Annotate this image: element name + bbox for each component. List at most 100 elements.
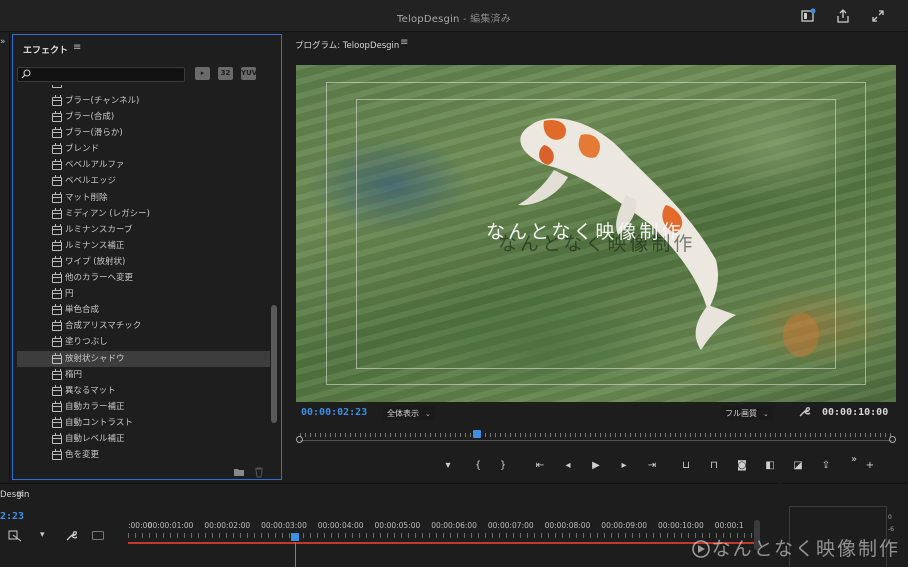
more-buttons-icon[interactable]: » — [846, 452, 862, 468]
trash-icon[interactable] — [254, 467, 264, 481]
lift-icon[interactable]: ⊔ — [678, 458, 694, 474]
effect-preset-icon — [52, 159, 62, 171]
effect-list-item[interactable]: ブラー(滑らか) — [17, 125, 270, 141]
effect-list-item[interactable]: 自動カラー補正 — [17, 399, 270, 415]
go-to-out-icon[interactable]: ⇥ — [644, 458, 660, 474]
program-panel-menu-icon[interactable]: ≡ — [400, 37, 408, 48]
32bit-filter-icon[interactable]: 32 — [218, 67, 233, 80]
workspace-panel-icon[interactable] — [800, 8, 816, 24]
effect-list-item[interactable]: 単色合成 — [17, 302, 270, 318]
effect-label: 自動カラー補正 — [65, 401, 125, 412]
captions-icon[interactable] — [92, 531, 104, 543]
extract-icon[interactable]: ⊓ — [706, 458, 722, 474]
mark-in-icon[interactable]: { — [470, 458, 486, 474]
effect-list-item[interactable]: 自動コントラスト — [17, 415, 270, 431]
sequence-tab-label[interactable]: Desgin — [0, 490, 29, 500]
timeline-ruler-label: 00:00:02:00 — [204, 521, 251, 530]
step-forward-icon[interactable]: ▸ — [616, 458, 632, 474]
mark-out-icon[interactable]: } — [495, 458, 511, 474]
timeline-panel: Desgin ≡ 2:23 ▾ :00:00 00:00:01:00 00:00:0… — [0, 483, 778, 567]
effect-list-item[interactable]: 放射状シャドウ — [17, 350, 270, 367]
timeline-ruler[interactable]: :00:00 00:00:01:00 00:00:02:00 00:00:03:00 0… — [128, 517, 758, 547]
effect-preset-icon — [52, 95, 62, 106]
button-editor-icon[interactable]: + — [862, 458, 878, 474]
monitor-time-ruler[interactable] — [296, 428, 896, 448]
effect-label: 色を変更 — [65, 450, 100, 461]
duration-timecode: 00:00:10:00 — [822, 407, 889, 418]
export-frame-icon[interactable]: ◙ — [734, 458, 750, 474]
timeline-ruler-label: 00:00:10:00 — [658, 521, 704, 530]
video-preview[interactable]: なんとなく映像制作 なんとなく映像制作 — [296, 65, 896, 402]
effect-preset-icon — [52, 400, 62, 412]
effect-list-item[interactable]: 異なるマット — [17, 383, 270, 399]
effect-list-item[interactable]: マット削除 — [17, 190, 270, 206]
effect-list-item[interactable]: ブラー(チャンネル) — [17, 93, 270, 109]
work-area-bar[interactable] — [128, 542, 758, 544]
ruler-start-handle[interactable] — [296, 436, 303, 443]
effects-scrollbar-thumb[interactable] — [271, 305, 277, 423]
settings-wrench-icon[interactable] — [798, 406, 812, 421]
effects-search-input[interactable] — [17, 67, 185, 82]
quality-dropdown[interactable]: フル画質 ⌄ — [721, 406, 773, 420]
panel-menu-icon[interactable]: ≡ — [73, 42, 81, 53]
timeline-marker-icon[interactable]: ▾ — [40, 530, 45, 540]
effect-list-item[interactable]: ルミナンス補正 — [17, 238, 270, 254]
timeline-menu-icon[interactable]: ≡ — [16, 489, 24, 500]
timeline-timecode[interactable]: 2:23 — [0, 511, 24, 522]
accelerated-effects-filter-icon[interactable]: ▸ — [195, 67, 210, 80]
effect-label: 放射状シャドウ — [65, 353, 125, 364]
play-icon[interactable]: ▶ — [588, 458, 604, 474]
effect-list-item[interactable]: ベベルエッジ — [17, 173, 270, 189]
timeline-ruler-labels: :00:00 00:00:01:00 00:00:02:00 00:00:03:00 0… — [128, 521, 758, 533]
chevron-down-icon: ⌄ — [763, 410, 769, 418]
timeline-ruler-label: 00:00:08:00 — [544, 521, 591, 530]
effect-list-item[interactable]: 色を変更 — [17, 447, 270, 463]
effect-preset-icon — [52, 85, 62, 88]
fit-dropdown[interactable]: 全体表示 ⌄ — [383, 406, 435, 420]
effect-preset-icon — [52, 255, 62, 267]
add-marker-icon[interactable]: ▾ — [440, 458, 456, 474]
effect-list-item[interactable]: ベベルアルファ — [17, 157, 270, 173]
proxy-toggle-icon[interactable]: ◪ — [790, 458, 806, 474]
current-timecode[interactable]: 00:00:02:23 — [301, 407, 367, 418]
effects-list: ブラー(チャンネル) ブラー(合成) ブラー(滑らか) ブレンド ベベルアルファ ベベルエ… — [17, 85, 270, 465]
effect-list-item[interactable]: 塗りつぶし — [17, 334, 270, 350]
program-monitor: プログラム: TeloopDesgin ≡ なんとなく映像制作 なんとなく映像制… — [285, 33, 908, 481]
ruler-end-handle[interactable] — [889, 436, 896, 443]
effect-list-item[interactable]: 楕円 — [17, 367, 270, 383]
effects-scrollbar[interactable] — [271, 87, 277, 463]
effect-label: 自動レベル補正 — [65, 433, 125, 444]
timeline-playhead[interactable] — [291, 533, 299, 541]
effect-preset-icon — [52, 127, 62, 139]
effect-list-item[interactable]: ブレンド — [17, 141, 270, 157]
title-bar: TelopDesgin - 編集済み — [0, 0, 908, 32]
step-back-icon[interactable]: ◂ — [560, 458, 576, 474]
share-icon[interactable] — [835, 8, 851, 24]
new-bin-icon[interactable] — [233, 467, 245, 480]
comparison-view-icon[interactable]: ◧ — [762, 458, 778, 474]
effect-list-item[interactable]: ミディアン (レガシー) — [17, 206, 270, 222]
effect-list-item[interactable]: 自動レベル補正 — [17, 431, 270, 447]
effect-list-item[interactable]: 円 — [17, 286, 270, 302]
playhead[interactable] — [473, 430, 482, 438]
effects-panel-title[interactable]: エフェクト — [23, 43, 68, 56]
expand-chevron-icon[interactable]: » — [0, 37, 6, 47]
nest-toggle-icon[interactable] — [8, 530, 22, 545]
share-output-icon[interactable]: ⇪ — [818, 458, 834, 474]
effect-list-item[interactable]: 他のカラーへ変更 — [17, 270, 270, 286]
fullscreen-icon[interactable] — [870, 8, 886, 24]
yuv-filter-icon[interactable]: YUV — [241, 67, 257, 80]
timeline-settings-icon[interactable] — [65, 530, 79, 545]
search-icon — [21, 69, 31, 82]
effect-label: 合成アリスマチック — [65, 321, 142, 332]
effect-list-item[interactable]: 合成アリスマチック — [17, 318, 270, 334]
effect-label: ルミナンス補正 — [65, 240, 125, 251]
effect-list-item[interactable]: ルミナンスカーブ — [17, 222, 270, 238]
go-to-in-icon[interactable]: ⇤ — [532, 458, 548, 474]
effect-list-item[interactable]: ワイプ (放射状) — [17, 254, 270, 270]
program-monitor-title[interactable]: プログラム: TeloopDesgin — [295, 39, 399, 51]
effect-preset-icon — [52, 223, 62, 235]
logo-icon — [691, 540, 710, 563]
effect-label: ミディアン (レガシー) — [65, 208, 150, 219]
effect-list-item[interactable]: ブラー(合成) — [17, 109, 270, 125]
